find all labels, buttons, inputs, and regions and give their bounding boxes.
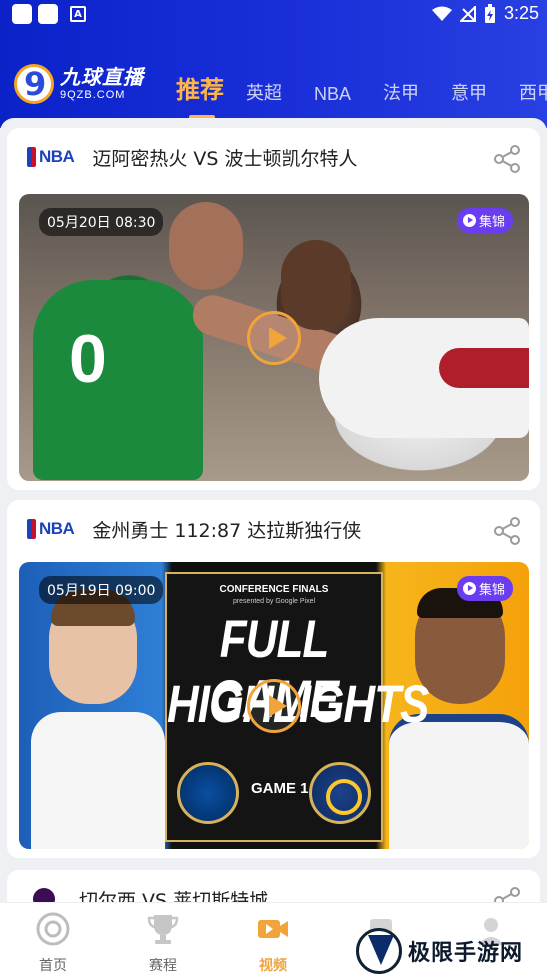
video-date: 05月19日 09:00 [39, 576, 164, 604]
tab-la-liga[interactable]: 西甲 [519, 79, 547, 111]
tab-nba[interactable]: NBA [314, 84, 351, 111]
a-notification-icon: A [70, 6, 86, 22]
share-icon[interactable] [492, 516, 522, 546]
category-tabs: 推荐 英超 NBA 法甲 意甲 西甲 [176, 70, 547, 119]
tab-serie-a[interactable]: 意甲 [451, 79, 487, 111]
player-jersey: 0 [33, 280, 203, 480]
trophy-icon [147, 915, 179, 944]
status-bar: A 3:25 [0, 0, 547, 30]
play-icon[interactable] [247, 311, 301, 365]
play-small-icon [462, 214, 476, 227]
mavericks-logo-icon [177, 762, 239, 824]
video-card[interactable]: NBA 金州勇士 112:87 达拉斯独行侠 CONFERENCE FINALS… [7, 500, 540, 858]
nav-home[interactable]: 首页 [13, 911, 93, 975]
video-feed: NBA 迈阿密热火 VS 波士顿凯尔特人 0 05月20日 08:30 集锦 N… [0, 118, 547, 908]
logo-name: 九球直播 [60, 65, 144, 89]
no-signal-icon [459, 5, 476, 22]
warriors-logo-icon [309, 762, 371, 824]
video-date: 05月20日 08:30 [39, 208, 164, 236]
app-header: A 3:25 九球直播 9QZB.COM 推荐 英超 NBA 法甲 意甲 西甲 [0, 0, 547, 128]
video-card[interactable]: NBA 迈阿密热火 VS 波士顿凯尔特人 0 05月20日 08:30 集锦 [7, 128, 540, 490]
wifi-icon [431, 6, 452, 21]
nav-video[interactable]: 视频 [233, 911, 313, 975]
nav-schedule[interactable]: 赛程 [123, 911, 203, 975]
highlights-badge: 集锦 [456, 576, 513, 601]
match-title: 迈阿密热火 VS 波士顿凯尔特人 [92, 147, 358, 170]
status-time: 3:25 [503, 3, 539, 23]
play-small-icon [462, 582, 476, 595]
match-title: 金州勇士 112:87 达拉斯独行侠 [92, 519, 362, 542]
battery-charging-icon [484, 3, 495, 23]
home-target-icon [36, 912, 70, 946]
tab-recommended[interactable]: 推荐 [176, 70, 224, 119]
tab-ligue1[interactable]: 法甲 [383, 79, 419, 111]
nba-logo-icon: NBA [27, 147, 75, 167]
tab-premier-league[interactable]: 英超 [246, 79, 282, 111]
nba-logo-icon: NBA [27, 519, 75, 539]
video-thumbnail[interactable]: CONFERENCE FINALS presented by Google Pi… [19, 562, 529, 849]
highlights-badge: 集锦 [456, 208, 513, 233]
video-camera-icon [258, 920, 288, 938]
logo-domain: 9QZB.COM [60, 89, 126, 101]
notification-icon [38, 4, 58, 24]
video-thumbnail[interactable]: 0 05月20日 08:30 集锦 [19, 194, 529, 481]
notification-icon [12, 4, 32, 24]
watermark-logo-icon [356, 928, 402, 974]
app-logo: 九球直播 9QZB.COM [14, 64, 144, 104]
play-icon[interactable] [247, 679, 301, 733]
logo-nine-ball-icon [14, 64, 54, 104]
share-icon[interactable] [492, 144, 522, 174]
player-left [31, 582, 165, 849]
site-watermark: 极限手游网 [356, 928, 523, 974]
